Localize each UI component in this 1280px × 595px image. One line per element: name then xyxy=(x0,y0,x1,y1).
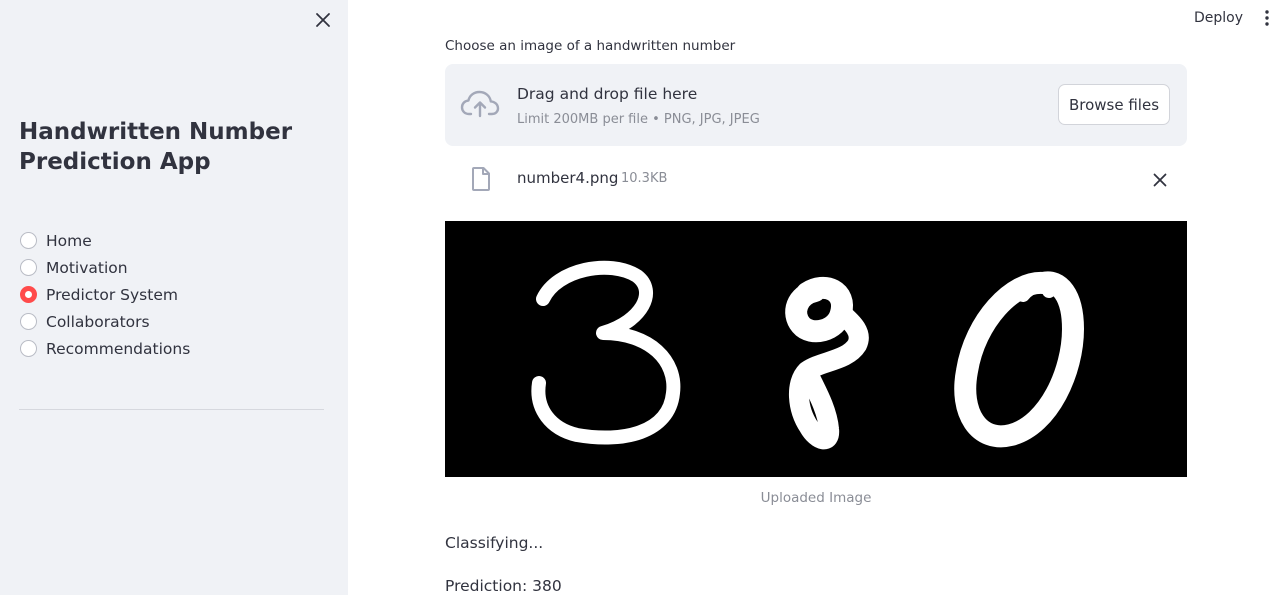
nav-item-label: Home xyxy=(46,231,92,250)
close-icon xyxy=(316,13,330,27)
main-menu-button[interactable] xyxy=(1258,8,1276,28)
radio-button[interactable] xyxy=(20,232,37,249)
prediction-result: Prediction: 380 xyxy=(445,577,562,595)
cloud-upload-icon xyxy=(460,88,500,124)
app-root: Handwritten Number Prediction App Home M… xyxy=(0,0,1280,595)
dropzone-title: Drag and drop file here xyxy=(517,85,698,103)
file-icon xyxy=(471,166,491,196)
browse-files-button[interactable]: Browse files xyxy=(1058,84,1170,125)
classifying-status: Classifying... xyxy=(445,534,544,552)
nav-item-label: Motivation xyxy=(46,258,128,277)
vertical-dots-icon xyxy=(1265,10,1269,26)
dropzone-limit-text: Limit 200MB per file • PNG, JPG, JPEG xyxy=(517,112,760,127)
nav-item-motivation[interactable]: Motivation xyxy=(20,254,190,281)
nav-item-predictor-system[interactable]: Predictor System xyxy=(20,281,190,308)
deploy-button[interactable]: Deploy xyxy=(1194,10,1243,26)
uploaded-image xyxy=(445,221,1187,477)
sidebar: Handwritten Number Prediction App Home M… xyxy=(0,0,348,595)
radio-button-selected[interactable] xyxy=(20,286,37,303)
nav-item-collaborators[interactable]: Collaborators xyxy=(20,308,190,335)
uploader-label: Choose an image of a handwritten number xyxy=(445,38,736,54)
sidebar-close-button[interactable] xyxy=(311,8,335,32)
close-icon xyxy=(1153,173,1167,187)
image-caption: Uploaded Image xyxy=(760,490,872,506)
radio-button[interactable] xyxy=(20,259,37,276)
sidebar-divider xyxy=(19,409,324,410)
handwritten-digits-picture xyxy=(531,260,1084,450)
nav-item-label: Predictor System xyxy=(46,285,178,304)
radio-button[interactable] xyxy=(20,340,37,357)
nav-item-label: Recommendations xyxy=(46,339,191,358)
app-title: Handwritten Number Prediction App xyxy=(19,119,293,175)
nav-item-home[interactable]: Home xyxy=(20,227,190,254)
nav-item-recommendations[interactable]: Recommendations xyxy=(20,335,190,362)
remove-file-button[interactable] xyxy=(1149,169,1171,191)
uploaded-file-name: number4.png xyxy=(517,169,619,187)
nav-radio-group: Home Motivation Predictor System Collabo… xyxy=(20,227,190,362)
nav-item-label: Collaborators xyxy=(46,312,150,331)
uploaded-file-row: number4.png 10.3KB xyxy=(445,160,1187,198)
file-dropzone[interactable]: Drag and drop file here Limit 200MB per … xyxy=(445,64,1187,146)
radio-button[interactable] xyxy=(20,313,37,330)
uploaded-file-size: 10.3KB xyxy=(621,171,668,186)
